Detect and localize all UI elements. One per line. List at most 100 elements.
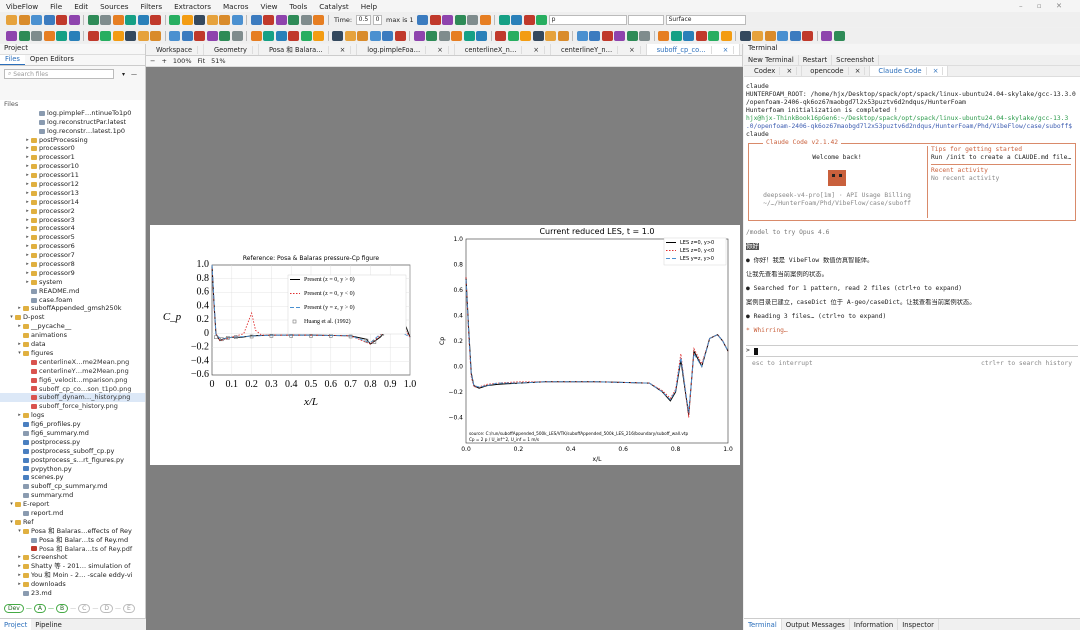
tool-icon[interactable]	[357, 30, 368, 41]
tree-file[interactable]: centerlineX…me2Mean.png	[0, 358, 145, 367]
tool-icon[interactable]	[557, 30, 569, 41]
tool-icon[interactable]	[442, 14, 454, 25]
tree-folder[interactable]: ▸ processor0	[0, 144, 145, 153]
tool-icon[interactable]	[417, 14, 429, 25]
stage-e[interactable]: E	[122, 604, 135, 613]
menu-help[interactable]: Help	[355, 2, 383, 11]
tool-icon[interactable]	[31, 14, 42, 25]
tree-file[interactable]: pvpython.py	[0, 465, 145, 474]
menu-vibeflow[interactable]: VibeFlow	[0, 2, 44, 11]
tool-icon[interactable]	[576, 30, 588, 41]
tool-icon[interactable]	[695, 30, 707, 41]
tool-icon[interactable]	[288, 14, 299, 25]
menu-view[interactable]: View	[254, 2, 283, 11]
tool-icon[interactable]	[100, 30, 111, 41]
timestep-field[interactable]: 0	[372, 14, 383, 25]
tab-terminal[interactable]: Terminal	[744, 619, 782, 630]
tree-folder[interactable]: ▸ processor8	[0, 260, 145, 269]
tool-icon[interactable]	[739, 30, 751, 41]
doc-tab[interactable]: Posa 和 Balara… ×	[259, 44, 358, 55]
tree-file[interactable]: fig6_profiles.py	[0, 420, 145, 429]
tree-file[interactable]: README.md	[0, 287, 145, 296]
tool-icon[interactable]	[658, 30, 669, 41]
tool-icon[interactable]	[194, 30, 205, 41]
tree-folder[interactable]: ▸ processor13	[0, 189, 145, 198]
tool-icon[interactable]	[507, 30, 519, 41]
tree-folder[interactable]: ▸ data	[0, 340, 145, 349]
zoom-in-button[interactable]: +	[161, 57, 166, 65]
stage-a[interactable]: A	[33, 604, 46, 613]
close-icon[interactable]: ×	[928, 67, 944, 75]
tree-folder[interactable]: ▸ logs	[0, 411, 145, 420]
tool-icon[interactable]	[219, 14, 230, 25]
terminal-output[interactable]: claude HUNTERFOAM_ROOT: /home/hjx/Desktop…	[744, 81, 1080, 601]
tool-icon[interactable]	[394, 30, 406, 41]
tool-icon[interactable]	[219, 30, 230, 41]
tool-icon[interactable]	[536, 14, 548, 25]
tool-icon[interactable]	[833, 30, 845, 41]
tool-icon[interactable]	[250, 30, 262, 41]
tree-file[interactable]: suboff_cp_summary.md	[0, 482, 145, 491]
tool-icon[interactable]	[263, 30, 274, 41]
tree-folder[interactable]: ▸ suboffAppended_gmsh250k	[0, 304, 145, 313]
zoom-level[interactable]: 100%	[173, 57, 192, 65]
tool-icon[interactable]	[313, 30, 324, 41]
stage-b[interactable]: B	[55, 604, 69, 613]
tool-icon[interactable]	[18, 30, 30, 41]
tool-icon[interactable]	[137, 30, 149, 41]
stage-c[interactable]: C	[78, 604, 91, 613]
tool-icon[interactable]	[476, 30, 487, 41]
tree-file[interactable]: fig6_velocit…mparison.png	[0, 376, 145, 385]
tree-folder[interactable]: ▾ E-report	[0, 500, 145, 509]
tool-icon[interactable]	[18, 14, 30, 25]
component-select[interactable]	[628, 14, 665, 25]
tab-files[interactable]: Files	[0, 55, 25, 65]
tool-icon[interactable]	[150, 14, 161, 25]
new-terminal-button[interactable]: New Terminal	[744, 55, 799, 65]
tree-folder[interactable]: ▸ processor7	[0, 251, 145, 260]
tab-output-messages[interactable]: Output Messages	[782, 619, 850, 630]
tool-icon[interactable]	[181, 14, 193, 25]
tool-icon[interactable]	[231, 30, 243, 41]
tree-folder[interactable]: ▸ processor2	[0, 207, 145, 216]
tool-icon[interactable]	[56, 30, 67, 41]
tool-icon[interactable]	[56, 14, 67, 25]
tree-file[interactable]: log.reconstructPar.latest	[0, 118, 145, 127]
tree-file[interactable]: report.md	[0, 509, 145, 518]
tool-icon[interactable]	[250, 14, 262, 25]
tree-file[interactable]: postprocess_s…rt_figures.py	[0, 456, 145, 465]
tool-icon[interactable]	[275, 14, 287, 25]
fit-button[interactable]: Fit	[198, 57, 206, 65]
tool-icon[interactable]	[520, 30, 531, 41]
tree-file[interactable]: postprocess.py	[0, 438, 145, 447]
search-input[interactable]: ⌕ Search files	[4, 69, 114, 79]
tool-icon[interactable]	[429, 14, 441, 25]
tool-icon[interactable]	[206, 30, 218, 41]
tree-folder[interactable]: ▾ Ref	[0, 518, 145, 527]
tool-icon[interactable]	[300, 14, 312, 25]
tree-folder[interactable]: ▸ processor6	[0, 242, 145, 251]
tree-folder[interactable]: ▸ processor12	[0, 180, 145, 189]
tree-folder[interactable]: animations	[0, 331, 145, 340]
tool-icon[interactable]	[451, 30, 462, 41]
tool-icon[interactable]	[169, 30, 180, 41]
tool-icon[interactable]	[137, 14, 149, 25]
tool-icon[interactable]	[87, 14, 99, 25]
tool-icon[interactable]	[821, 30, 832, 41]
restart-button[interactable]: Restart	[799, 55, 833, 65]
tree-folder[interactable]: ▾ D-post	[0, 313, 145, 322]
doc-tab[interactable]: Workspace	[146, 44, 205, 55]
tab-open-editors[interactable]: Open Editors	[25, 55, 79, 65]
doc-tab[interactable]: suboff_cp_co… ×	[646, 44, 741, 55]
tool-icon[interactable]	[194, 14, 205, 25]
tree-file[interactable]: log.pimpleF…ntinueTo1p0	[0, 109, 145, 118]
tool-icon[interactable]	[231, 14, 243, 25]
time-field[interactable]: 0.5	[355, 14, 372, 25]
tool-icon[interactable]	[125, 14, 136, 25]
stage-dev[interactable]: Dev	[4, 604, 24, 613]
prompt-input[interactable]: >	[746, 345, 1078, 357]
tool-icon[interactable]	[463, 30, 475, 41]
tool-icon[interactable]	[454, 14, 466, 25]
tool-icon[interactable]	[275, 30, 287, 41]
tree-file[interactable]: 23.md	[0, 589, 145, 598]
